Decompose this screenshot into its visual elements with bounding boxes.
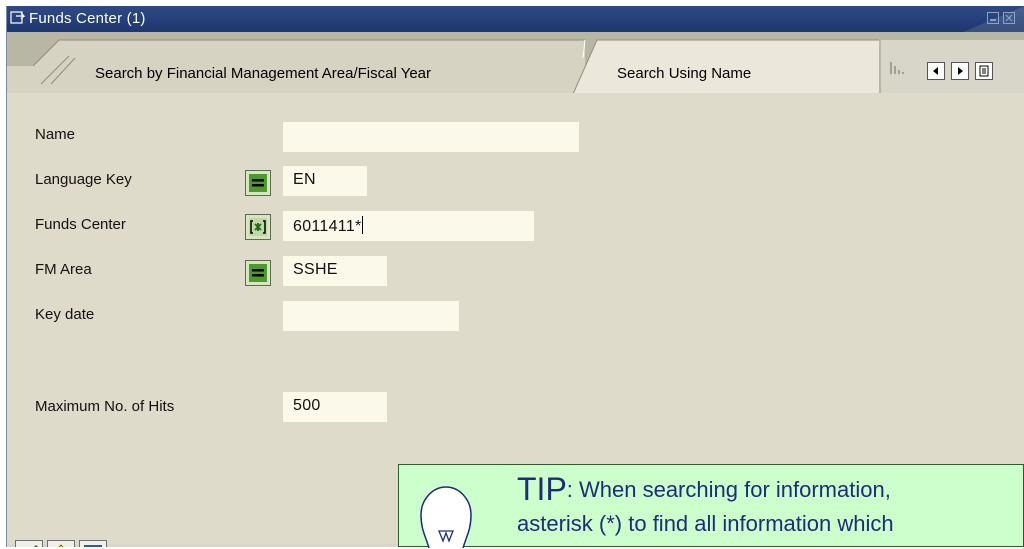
tip-heading: TIP [517, 471, 567, 507]
pattern-icon [249, 218, 267, 236]
key-date-input[interactable] [283, 301, 459, 331]
funds-center-input[interactable]: 6011411* [283, 211, 534, 241]
minimize-icon[interactable] [987, 12, 999, 24]
continue-button[interactable] [15, 540, 43, 547]
cancel-button[interactable] [79, 540, 107, 547]
tab-scroll-left-button[interactable] [927, 62, 945, 80]
tab-list-icon [979, 65, 989, 77]
fm-area-operator-button[interactable] [245, 260, 271, 286]
tab-search-using-name[interactable]: Search Using Name [617, 65, 751, 82]
dialog-title-bar: Funds Center (1) [7, 6, 1024, 32]
funds-center-label: Funds Center [35, 216, 126, 233]
fm-area-input[interactable]: SSHE [283, 256, 387, 286]
lightbulb-icon [420, 486, 472, 549]
tab-search-by-fm-area[interactable]: Search by Financial Management Area/Fisc… [95, 65, 431, 82]
equals-icon [249, 174, 267, 192]
tip-text-2: asterisk (*) to find all information whi… [517, 511, 894, 536]
tab-shapes [7, 39, 1024, 94]
language-key-operator-button[interactable] [245, 170, 271, 196]
max-hits-label: Maximum No. of Hits [35, 398, 175, 415]
close-icon[interactable] [1003, 12, 1015, 24]
fm-area-label: FM Area [35, 261, 92, 278]
key-date-label: Key date [35, 306, 95, 323]
max-hits-input[interactable]: 500 [283, 392, 387, 422]
dialog-title: Funds Center (1) [29, 10, 146, 27]
language-key-label: Language Key [35, 171, 132, 188]
name-input[interactable] [283, 122, 579, 152]
tab-scroll-right-button[interactable] [951, 62, 969, 80]
text-cursor [361, 216, 363, 234]
funds-center-value: 6011411* [293, 218, 362, 235]
name-label: Name [35, 126, 76, 143]
tip-callout: TIP: When searching for information, ast… [398, 464, 1024, 549]
tab-list-button[interactable] [975, 62, 993, 80]
window-menu-icon[interactable] [10, 11, 26, 29]
language-key-input[interactable]: EN [283, 166, 367, 196]
tip-text-1: : When searching for information, [566, 477, 891, 502]
multiple-selection-button[interactable] [47, 540, 75, 547]
tab-strip: Search by Financial Management Area/Fisc… [7, 32, 1024, 94]
tip-line-1: TIP: When searching for information, [517, 471, 891, 508]
equals-icon [249, 264, 267, 282]
funds-center-operator-button[interactable] [245, 214, 271, 240]
arrow-right-icon [958, 67, 963, 75]
arrow-left-icon [933, 67, 938, 75]
